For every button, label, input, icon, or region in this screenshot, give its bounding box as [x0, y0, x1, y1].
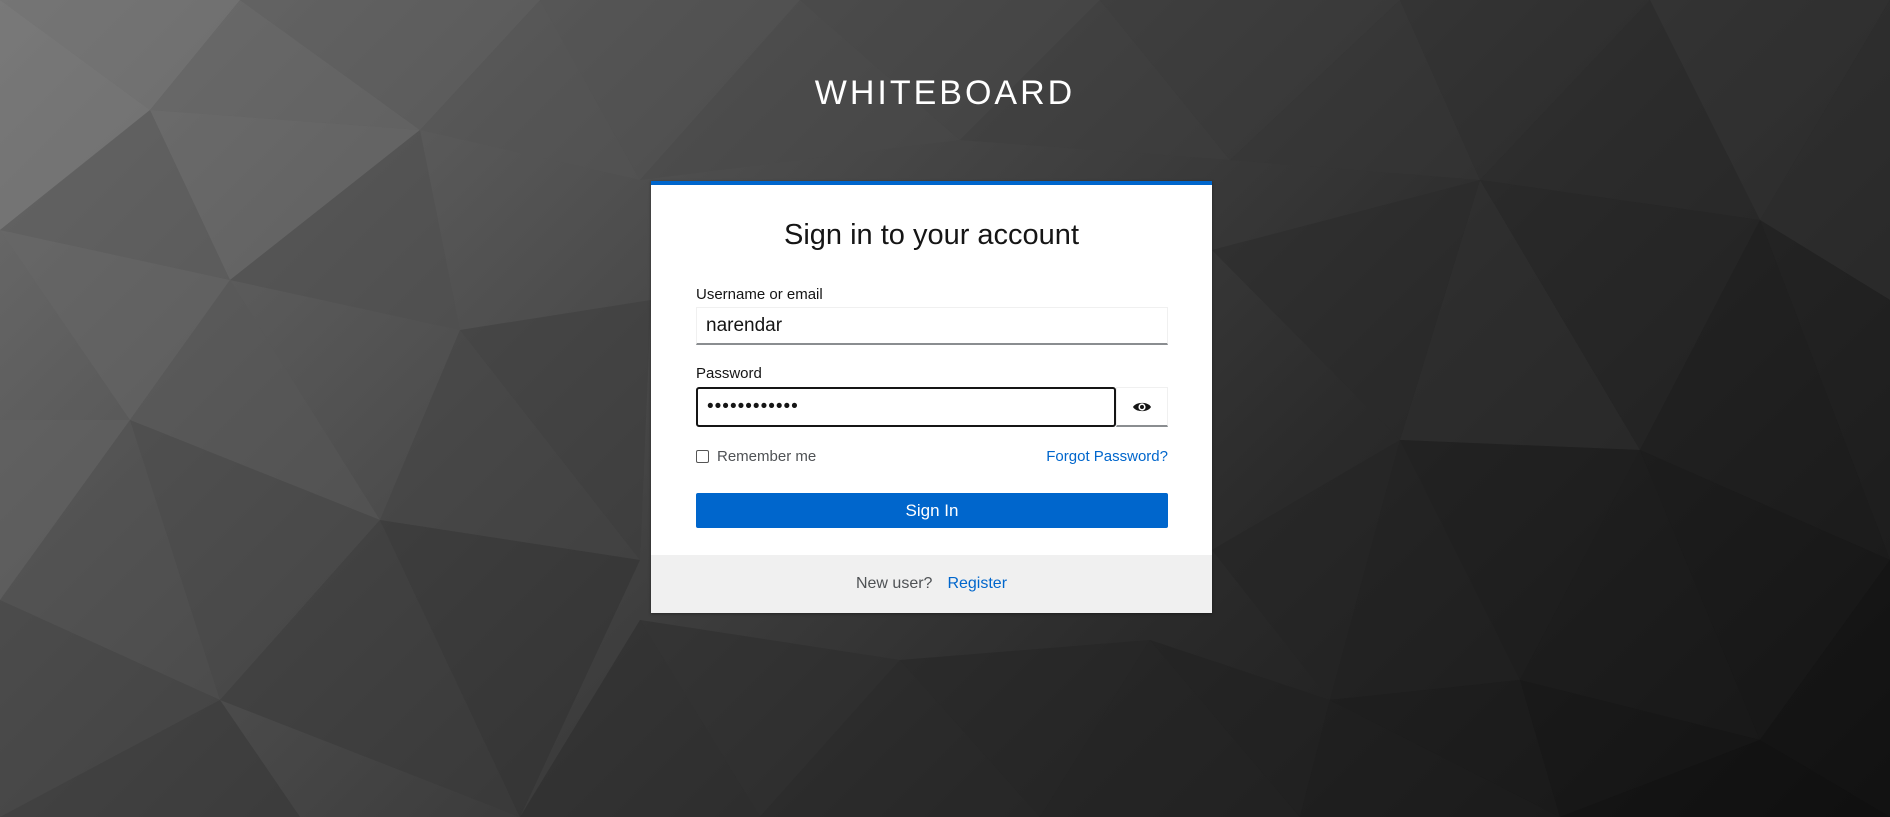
login-card: Sign in to your account Username or emai… — [651, 181, 1212, 613]
username-label: Username or email — [696, 286, 823, 303]
sign-in-button[interactable]: Sign In — [696, 493, 1168, 528]
username-input[interactable] — [696, 307, 1168, 345]
remember-me[interactable]: Remember me — [696, 448, 816, 465]
new-user-text: New user? — [855, 575, 933, 592]
remember-checkbox[interactable] — [696, 449, 709, 463]
login-heading: Sign in to your account — [783, 219, 1079, 251]
options-row: Remember me Forgot Password? — [696, 446, 1168, 466]
password-row — [696, 387, 1168, 427]
login-page: WHITEBOARD Sign in to your account Usern… — [0, 0, 1890, 817]
register-link[interactable]: Register — [947, 575, 1007, 593]
password-label: Password — [696, 365, 762, 382]
show-password-button[interactable] — [1116, 387, 1168, 427]
password-input[interactable] — [696, 387, 1116, 427]
card-footer: New user? Register — [651, 555, 1212, 613]
login-form: Username or email Password Remember me — [696, 285, 1168, 528]
forgot-password-link[interactable]: Forgot Password? — [1046, 448, 1168, 465]
brand-title: WHITEBOARD — [814, 74, 1076, 112]
eye-icon — [1133, 402, 1151, 411]
remember-label: Remember me — [717, 447, 817, 465]
